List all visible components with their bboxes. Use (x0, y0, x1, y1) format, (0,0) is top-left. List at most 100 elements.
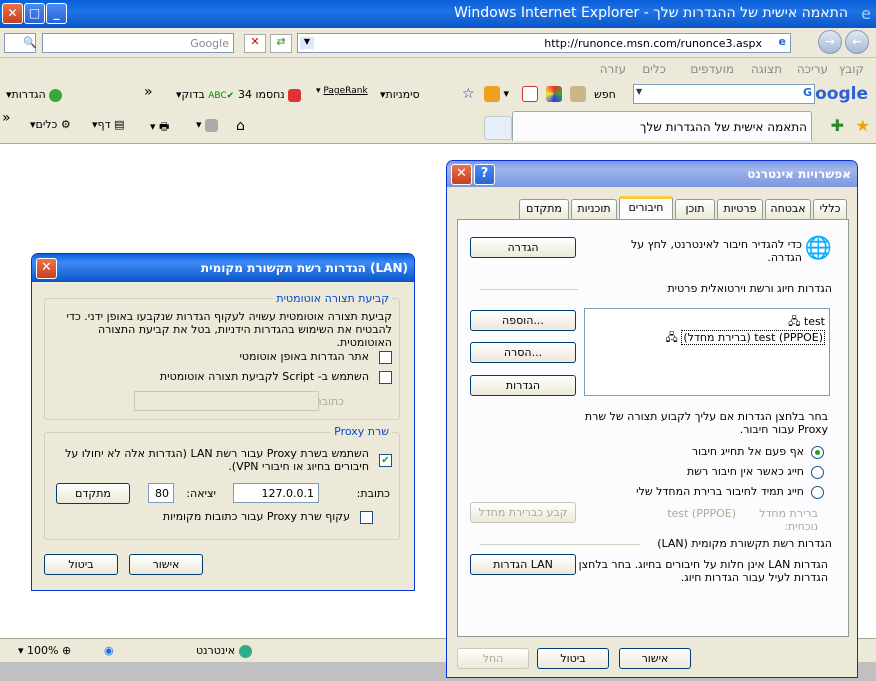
current-default-value: test (PPPOE) (667, 507, 736, 520)
remove-button[interactable]: הסרה... (470, 342, 576, 363)
lan-ok-button[interactable]: אישור (129, 554, 203, 575)
dialup-separator (480, 289, 578, 290)
page-menu[interactable]: ▾דף ▤ (92, 118, 124, 131)
add-favorites-icon[interactable]: ✚ (831, 116, 844, 135)
tab-advanced[interactable]: מתקדם (519, 199, 569, 219)
lan-header: הגדרות רשת תקשורת מקומית (LAN) (657, 537, 832, 550)
lan-title-bar: הגדרות רשת תקשורת מקומית (LAN) ✕ (32, 254, 414, 282)
search-placeholder: Google (190, 37, 229, 50)
stop-icon[interactable]: ✕ (244, 34, 266, 53)
proxy-address-input[interactable]: 127.0.0.1 (233, 483, 319, 503)
search-go-button[interactable]: 🔍 (4, 33, 37, 53)
internet-options-title-bar: אפשרויות אינטרנט ✕ ? (447, 161, 857, 187)
lan-settings-button[interactable]: הגדרות LAN (470, 554, 576, 575)
search-input[interactable]: Google (42, 33, 234, 53)
setup-button[interactable]: הגדרה (470, 237, 576, 258)
tab-security[interactable]: אבטחה (765, 199, 811, 219)
use-proxy-checkbox[interactable]: ✔ (379, 454, 392, 467)
modem-icon: 🖧 (788, 315, 801, 328)
lan-close-button[interactable]: ✕ (36, 258, 57, 279)
more-commands-icon[interactable]: » (2, 110, 11, 126)
zoom-control[interactable]: ▾ 100% ⊕ (18, 644, 71, 657)
google-search-input[interactable]: ▼ G (633, 84, 815, 104)
tab-title: התאמה אישית של ההגדרות שלך (640, 120, 807, 134)
minimize-button[interactable]: _ (46, 3, 67, 24)
add-button[interactable]: הוספה... (470, 310, 576, 331)
script-address-input[interactable] (134, 391, 319, 411)
popup-blocker-button[interactable]: 34 נחסמו (238, 88, 302, 102)
use-proxy-label: השתמש בשרת Proxy עבור רשת LAN (הגדרות אל… (65, 447, 369, 473)
news-icon[interactable] (570, 86, 586, 102)
refresh-icon[interactable]: ⇄ (270, 34, 292, 53)
check-label: בדוק (181, 88, 205, 101)
globe-icon: 🌐 (804, 236, 832, 261)
radio-always-dial[interactable] (811, 486, 824, 499)
new-tab-button[interactable] (484, 116, 512, 140)
star-icon[interactable]: ☆ (462, 86, 475, 102)
advanced-button[interactable]: מתקדם (56, 483, 130, 504)
home-icon[interactable]: ⌂ (236, 118, 245, 134)
menu-edit[interactable]: עריכה (797, 62, 828, 76)
menu-view[interactable]: תצוגה (751, 62, 782, 76)
puzzle-icon[interactable]: ▾ (484, 86, 509, 102)
auto-detect-checkbox[interactable] (379, 351, 392, 364)
maximize-button[interactable]: □ (24, 3, 45, 24)
menu-favorites[interactable]: מועדפים (690, 62, 734, 76)
menu-file[interactable]: קובץ (839, 62, 864, 76)
proxy-port-input[interactable]: 80 (148, 483, 174, 503)
use-script-checkbox[interactable] (379, 371, 392, 384)
internet-options-title: אפשרויות אינטרנט (747, 167, 851, 181)
tools-label: כלים (35, 118, 58, 131)
bypass-local-checkbox[interactable] (360, 511, 373, 524)
set-default-button[interactable]: קבע כברירת מחדל (470, 502, 576, 523)
apply-button[interactable]: החל (457, 648, 529, 669)
internet-options-close-button[interactable]: ✕ (451, 164, 472, 185)
tab-content[interactable]: תוכן (675, 199, 715, 219)
lan-cancel-button[interactable]: ביטול (44, 554, 118, 575)
picasa-icon[interactable] (546, 86, 562, 102)
google-settings-button[interactable]: ▾הגדרות (6, 88, 63, 102)
settings-button[interactable]: הגדרות (470, 375, 576, 396)
radio-never-dial[interactable] (811, 446, 824, 459)
close-window-button[interactable]: ✕ (2, 3, 23, 24)
connection-item-label: test (PPPOE) (ברירת מחדל) (681, 330, 825, 345)
menu-tools[interactable]: כלים (642, 62, 666, 76)
back-button[interactable]: ← (845, 30, 869, 54)
google-search-button[interactable]: חפש (594, 88, 616, 101)
print-icon[interactable]: ▾ 🖶 (150, 118, 169, 137)
dialup-header: הגדרות חיוג ורשת וירטואלית פרטית (667, 282, 832, 295)
gmail-icon[interactable] (522, 86, 538, 102)
google-g-icon: G (802, 86, 812, 99)
feeds-icon[interactable]: ▾ (196, 118, 219, 132)
tab-connections[interactable]: חיבורים (619, 196, 673, 219)
tab-current[interactable]: התאמה אישית של ההגדרות שלך (512, 111, 812, 141)
help-button[interactable]: ? (474, 164, 495, 185)
zoom-level: 100% (27, 644, 59, 657)
bookmarks-button[interactable]: ▾סימניות (380, 88, 420, 101)
address-input[interactable]: ▼ http://runonce.msn.com/runonce3.aspx e (297, 33, 791, 53)
dropdown-arrow-icon[interactable]: ▼ (300, 37, 314, 49)
connections-list[interactable]: test 🖧 test (PPPOE) (ברירת מחדל) 🖧 (584, 308, 830, 396)
tab-general[interactable]: כללי (813, 199, 847, 219)
auto-config-group-label: קביעת תצורה אוטומטית (273, 292, 392, 305)
more-chevron-icon[interactable]: » (144, 84, 153, 100)
favorites-star-icon[interactable]: ★ (856, 116, 870, 135)
ie-logo-icon: e (861, 4, 871, 23)
pagerank-button[interactable]: ▾ PageRank (316, 86, 368, 96)
menu-help[interactable]: עזרה (600, 62, 626, 76)
forward-button[interactable]: → (818, 30, 842, 54)
connection-item-default[interactable]: test (PPPOE) (ברירת מחדל) 🖧 (666, 329, 825, 348)
tab-privacy[interactable]: פרטיות (717, 199, 763, 219)
radio-dial-no-network[interactable] (811, 466, 824, 479)
tools-menu[interactable]: ▾כלים ⚙ (30, 118, 71, 131)
radio-always-dial-label: חייג תמיד לחיבור ברירת המחדל שלי (636, 485, 804, 498)
setup-text: כדי להגדיר חיבור לאינטרנט, לחץ על הגדרה. (631, 238, 802, 264)
cancel-button[interactable]: ביטול (537, 648, 609, 669)
spellcheck-button[interactable]: ▾בדוק ABC✔ (176, 88, 234, 101)
ok-button[interactable]: אישור (619, 648, 691, 669)
tab-strip: כללי אבטחה פרטיות תוכן חיבורים תוכניות מ… (457, 196, 849, 221)
tab-programs[interactable]: תוכניות (571, 199, 617, 219)
lan-separator (480, 544, 640, 545)
radio-dial-no-network-label: חייג כאשר אין חיבור רשת (686, 465, 804, 478)
radio-never-dial-label: אף פעם אל תחייג חיבור (691, 445, 804, 458)
